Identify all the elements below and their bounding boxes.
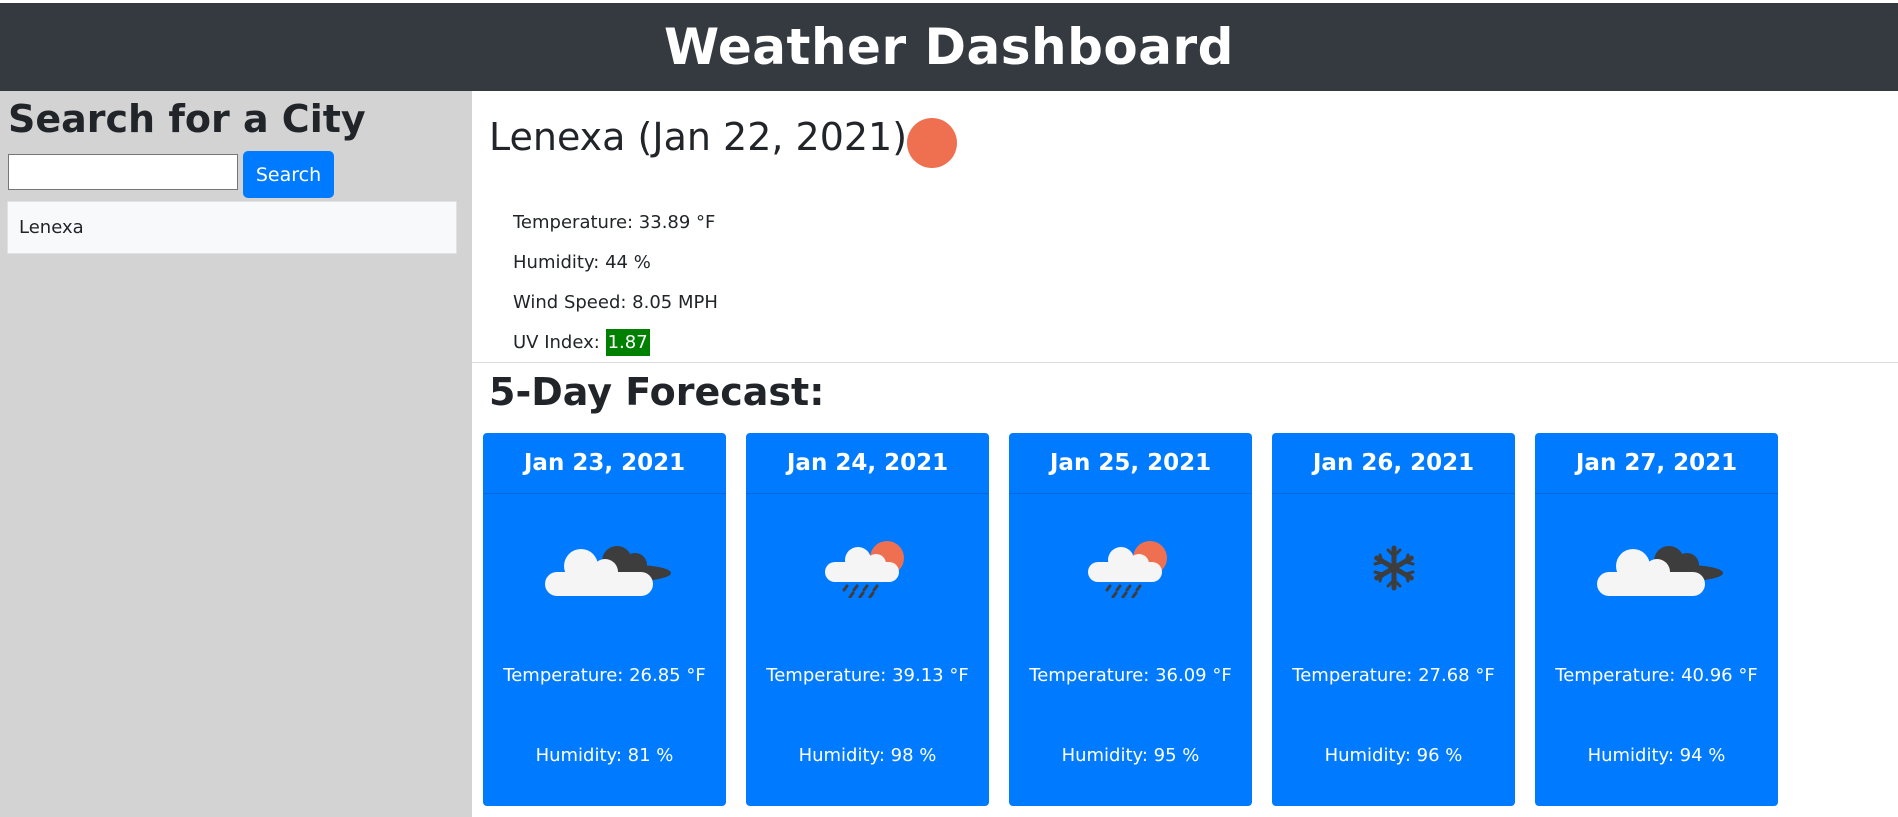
- forecast-date: Jan 25, 2021: [1009, 433, 1252, 494]
- current-temperature: Temperature: 33.89 °F: [513, 212, 716, 233]
- history-item-lenexa[interactable]: Lenexa: [7, 201, 457, 254]
- rain-sun-icon: [1076, 538, 1186, 602]
- current-wind-speed: Wind Speed: 8.05 MPH: [513, 292, 718, 313]
- forecast-temperature: Temperature: 40.96 °F: [1555, 665, 1758, 686]
- rain-sun-icon: [813, 538, 923, 602]
- uv-label: UV Index:: [513, 332, 606, 353]
- current-humidity: Humidity: 44 %: [513, 252, 651, 273]
- forecast-heading: 5-Day Forecast:: [489, 370, 825, 414]
- forecast-date: Jan 24, 2021: [746, 433, 989, 494]
- forecast-temperature: Temperature: 26.85 °F: [503, 665, 706, 686]
- section-divider: [472, 362, 1898, 363]
- forecast-temperature: Temperature: 36.09 °F: [1029, 665, 1232, 686]
- forecast-card: Jan 25, 2021 Temperature: 36.09 °F Humid…: [1009, 433, 1252, 806]
- forecast-temperature: Temperature: 39.13 °F: [766, 665, 969, 686]
- forecast-date: Jan 26, 2021: [1272, 433, 1515, 494]
- current-uv-index: UV Index: 1.87: [513, 329, 650, 356]
- forecast-humidity: Humidity: 94 %: [1587, 745, 1726, 766]
- app-title: Weather Dashboard: [664, 18, 1234, 76]
- snowflake-icon: [1354, 538, 1434, 602]
- forecast-humidity: Humidity: 98 %: [798, 745, 937, 766]
- forecast-card: Jan 26, 2021 Temperature: 27.68 °F Humid…: [1272, 433, 1515, 806]
- current-city-title: Lenexa (Jan 22, 2021): [489, 115, 908, 159]
- cloudy-icon: [1587, 538, 1727, 602]
- search-button[interactable]: Search: [243, 151, 334, 198]
- forecast-card: Jan 24, 2021 Temperature: 39.13 °F Humid…: [746, 433, 989, 806]
- sidebar: Search for a City Search Lenexa: [0, 91, 472, 817]
- cloudy-icon: [535, 538, 675, 602]
- forecast-card: Jan 23, 2021 Temperature: 26.85 °F Humid…: [483, 433, 726, 806]
- city-search-input[interactable]: [8, 154, 238, 190]
- sun-icon: [907, 118, 957, 168]
- forecast-date: Jan 23, 2021: [483, 433, 726, 494]
- forecast-humidity: Humidity: 96 %: [1324, 745, 1463, 766]
- search-heading: Search for a City: [8, 97, 366, 141]
- forecast-card: Jan 27, 2021 Temperature: 40.96 °F Humid…: [1535, 433, 1778, 806]
- main-content: Lenexa (Jan 22, 2021) Temperature: 33.89…: [472, 91, 1898, 817]
- forecast-humidity: Humidity: 95 %: [1061, 745, 1200, 766]
- app-header: Weather Dashboard: [0, 3, 1898, 91]
- forecast-humidity: Humidity: 81 %: [535, 745, 674, 766]
- uv-badge: 1.87: [605, 329, 650, 356]
- forecast-temperature: Temperature: 27.68 °F: [1292, 665, 1495, 686]
- forecast-date: Jan 27, 2021: [1535, 433, 1778, 494]
